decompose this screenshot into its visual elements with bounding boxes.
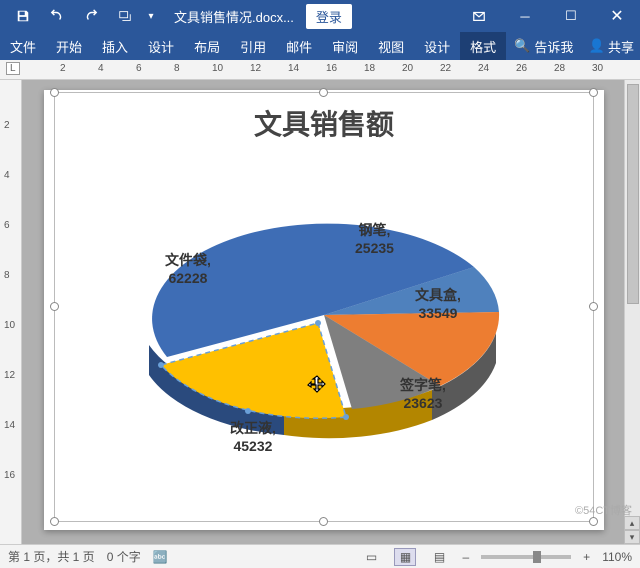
scroll-thumb[interactable] (627, 84, 639, 304)
tab-home[interactable]: 开始 (46, 32, 92, 60)
redo-button[interactable] (74, 0, 108, 32)
minimize-button[interactable]: ─ (502, 0, 548, 32)
pie-svg (104, 160, 544, 490)
tab-format[interactable]: 格式 (460, 32, 506, 60)
qat-dropdown[interactable]: ▾ (142, 0, 160, 32)
tab-insert[interactable]: 插入 (92, 32, 138, 60)
scroll-up-button[interactable]: ▴ (624, 516, 640, 530)
web-layout-button[interactable]: ▤ (428, 548, 450, 566)
move-cursor-icon (307, 375, 327, 395)
pie-chart[interactable]: 钢笔,25235 文具盒,33549 签字笔,23623 改正液,45232 文… (55, 147, 593, 517)
tab-references[interactable]: 引用 (230, 32, 276, 60)
tab-file[interactable]: 文件 (0, 32, 46, 60)
print-layout-button[interactable]: ▦ (394, 548, 416, 566)
share-button[interactable]: 👤共享 (583, 32, 640, 60)
tab-chart-design[interactable]: 设计 (414, 32, 460, 60)
tell-me-search[interactable]: 🔍告诉我 (506, 32, 581, 60)
status-bar: 第 1 页，共 1 页 0 个字 🔤 ▭ ▦ ▤ – + 110% (0, 544, 640, 568)
ribbon-tabs: 文件 开始 插入 设计 布局 引用 邮件 审阅 视图 设计 格式 🔍告诉我 👤共… (0, 32, 640, 60)
page: 文具销售额 (44, 90, 604, 530)
vertical-ruler[interactable]: 2 4 6 8 10 12 14 16 (0, 80, 22, 544)
tab-layout[interactable]: 布局 (184, 32, 230, 60)
resize-handle-tr[interactable] (589, 88, 598, 97)
login-button[interactable]: 登录 (306, 4, 352, 29)
qat-more-button[interactable] (108, 0, 142, 32)
proofing-button[interactable]: 🔤 (153, 550, 168, 564)
document-title: 文具销售情况.docx... (166, 7, 302, 26)
resize-handle-tm[interactable] (319, 88, 328, 97)
quick-access-toolbar: ▾ (0, 0, 166, 32)
tab-view[interactable]: 视图 (368, 32, 414, 60)
resize-handle-bm[interactable] (319, 517, 328, 526)
chart-title[interactable]: 文具销售额 (55, 93, 593, 147)
zoom-out-button[interactable]: – (462, 550, 469, 564)
tab-review[interactable]: 审阅 (322, 32, 368, 60)
tab-mailings[interactable]: 邮件 (276, 32, 322, 60)
chart-object[interactable]: 文具销售额 (54, 92, 594, 522)
zoom-knob[interactable] (533, 551, 541, 563)
document-body: 2 4 6 8 10 12 14 16 文具销售额 (0, 80, 640, 544)
resize-handle-tl[interactable] (50, 88, 59, 97)
resize-handle-bl[interactable] (50, 517, 59, 526)
page-indicator[interactable]: 第 1 页，共 1 页 (8, 548, 95, 565)
vertical-scrollbar[interactable]: ▴ ▾ (624, 80, 640, 544)
label-box[interactable]: 文具盒,33549 (415, 287, 461, 322)
scroll-down-button[interactable]: ▾ (624, 530, 640, 544)
label-corr[interactable]: 改正液,45232 (230, 420, 276, 455)
read-mode-button[interactable]: ▭ (360, 548, 382, 566)
ribbon-options-button[interactable] (456, 0, 502, 32)
zoom-slider[interactable] (481, 555, 571, 559)
zoom-in-button[interactable]: + (583, 550, 590, 564)
watermark: ©54CT博客 (575, 502, 632, 518)
tab-selector[interactable]: L (6, 62, 20, 75)
resize-handle-br[interactable] (589, 517, 598, 526)
word-count[interactable]: 0 个字 (107, 548, 141, 565)
label-pen[interactable]: 钢笔,25235 (355, 222, 394, 257)
close-button[interactable]: ✕ (594, 0, 640, 32)
search-icon: 🔍 (514, 38, 530, 54)
undo-button[interactable] (40, 0, 74, 32)
title-bar: ▾ 文具销售情况.docx... 登录 ─ ☐ ✕ (0, 0, 640, 32)
label-folder[interactable]: 文件袋,62228 (165, 252, 211, 287)
label-sign[interactable]: 签字笔,23623 (400, 377, 446, 412)
page-viewport[interactable]: 文具销售额 (22, 80, 640, 544)
word-window: ▾ 文具销售情况.docx... 登录 ─ ☐ ✕ 文件 开始 插入 设计 布局… (0, 0, 640, 568)
share-icon: 👤 (589, 38, 605, 54)
maximize-button[interactable]: ☐ (548, 0, 594, 32)
save-button[interactable] (6, 0, 40, 32)
zoom-level[interactable]: 110% (602, 550, 632, 564)
tab-design[interactable]: 设计 (138, 32, 184, 60)
horizontal-ruler[interactable]: L 2 4 6 8 10 12 14 16 18 20 22 24 26 28 … (0, 60, 640, 80)
